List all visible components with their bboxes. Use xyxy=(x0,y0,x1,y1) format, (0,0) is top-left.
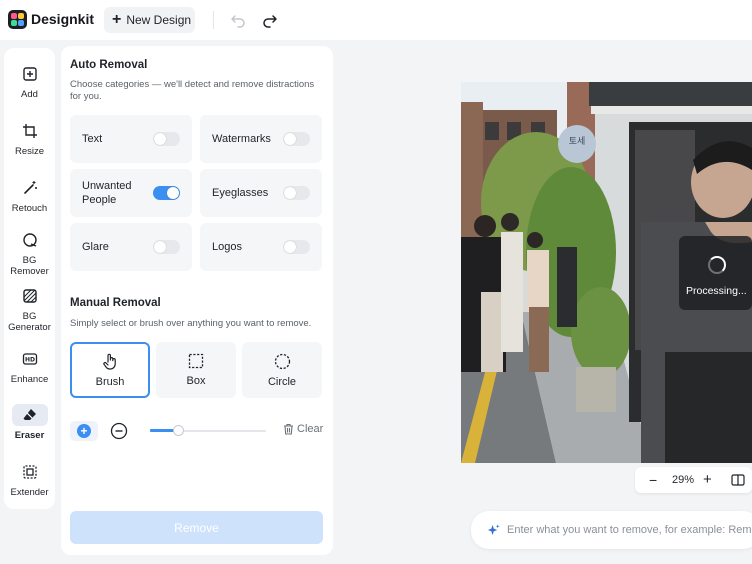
category-card-watermarks[interactable]: Watermarks xyxy=(200,115,322,163)
sidebar-item-enhance[interactable]: HD Enhance xyxy=(4,348,55,385)
brand-name: Designkit xyxy=(31,11,95,27)
sparkle-icon xyxy=(487,524,500,536)
top-bar: Designkit + New Design xyxy=(0,0,752,40)
brush-size-decrease-button[interactable] xyxy=(109,421,129,441)
removal-prompt-input[interactable] xyxy=(507,521,752,539)
plus-icon: + xyxy=(77,424,91,438)
sidebar-item-label: BG Remover xyxy=(10,255,49,277)
mode-label: Box xyxy=(186,375,206,387)
sidebar-item-extender[interactable]: Extender xyxy=(4,461,55,498)
hand-pointer-icon xyxy=(103,353,116,370)
remove-button[interactable]: Remove xyxy=(70,511,323,544)
category-label: Glare xyxy=(82,241,109,253)
watermarks-toggle[interactable] xyxy=(283,132,310,146)
category-card-text[interactable]: Text xyxy=(70,115,192,163)
eyeglasses-toggle[interactable] xyxy=(283,186,310,200)
sidebar-item-label: Add xyxy=(21,89,38,100)
loading-spinner-icon xyxy=(708,256,726,274)
extender-icon xyxy=(22,465,37,479)
manual-removal-title: Manual Removal xyxy=(70,297,161,309)
designkit-logo-icon[interactable] xyxy=(8,10,27,29)
shop-sign-text: 토세 xyxy=(569,136,586,147)
zoom-out-button[interactable]: − xyxy=(649,472,657,488)
clear-button[interactable]: Clear xyxy=(283,423,323,435)
category-label: Eyeglasses xyxy=(212,187,269,199)
category-label: Unwanted People xyxy=(82,180,132,206)
processing-label: Processing... xyxy=(686,285,747,297)
bg-generator-icon xyxy=(22,289,37,303)
mode-label: Brush xyxy=(95,375,125,388)
category-label: Text xyxy=(82,133,103,145)
sidebar-item-label: Enhance xyxy=(10,374,49,385)
mode-box-button[interactable]: Box xyxy=(156,342,236,398)
sidebar-item-label: Eraser xyxy=(14,430,45,441)
crop-icon xyxy=(22,124,37,138)
add-square-icon xyxy=(22,67,37,81)
sidebar-item-bg-remover[interactable]: BG Remover xyxy=(4,229,55,277)
sidebar-item-label: BG Generator xyxy=(8,311,51,333)
mode-circle-button[interactable]: Circle xyxy=(242,342,322,398)
glare-toggle[interactable] xyxy=(153,240,180,254)
magic-wand-icon xyxy=(23,181,37,194)
redo-icon[interactable] xyxy=(261,11,279,29)
plus-icon: + xyxy=(112,11,122,28)
eraser-icon xyxy=(23,409,36,420)
tool-sidebar: Add Resize Retouch BG Remover BG Generat… xyxy=(4,48,55,509)
processing-overlay: Processing... xyxy=(679,236,752,310)
category-card-glare[interactable]: Glare xyxy=(70,223,192,271)
brush-size-slider[interactable] xyxy=(150,425,266,436)
undo-icon[interactable] xyxy=(229,11,247,29)
eraser-panel: Auto Removal Choose categories — we'll d… xyxy=(61,46,333,555)
sidebar-item-eraser[interactable]: Eraser xyxy=(4,404,55,441)
logos-toggle[interactable] xyxy=(283,240,310,254)
sidebar-item-add[interactable]: Add xyxy=(4,63,55,100)
category-card-unwanted-people[interactable]: Unwanted People xyxy=(70,169,192,217)
manual-removal-description: Simply select or brush over anything you… xyxy=(70,318,312,329)
category-label: Logos xyxy=(212,241,242,253)
removal-prompt-bar xyxy=(471,511,752,549)
sidebar-item-retouch[interactable]: Retouch xyxy=(4,177,55,214)
zoom-level: 29% xyxy=(672,474,695,486)
compare-icon[interactable] xyxy=(731,474,745,486)
brush-size-increase-button[interactable]: + xyxy=(70,421,98,441)
svg-text:HD: HD xyxy=(24,357,34,364)
auto-removal-description: Choose categories — we'll detect and rem… xyxy=(70,79,315,102)
new-design-button[interactable]: + New Design xyxy=(104,7,195,33)
sidebar-item-label: Retouch xyxy=(11,203,48,214)
category-label: Watermarks xyxy=(212,133,271,145)
toolbar-divider xyxy=(213,11,214,29)
sidebar-item-label: Extender xyxy=(10,487,49,498)
sidebar-item-bg-generator[interactable]: BG Generator xyxy=(4,285,55,333)
mode-label: Circle xyxy=(267,375,297,388)
zoom-controls: − 29% + xyxy=(635,467,752,493)
clear-label: Clear xyxy=(297,423,324,435)
auto-removal-title: Auto Removal xyxy=(70,59,148,71)
category-card-eyeglasses[interactable]: Eyeglasses xyxy=(200,169,322,217)
dashed-circle-icon xyxy=(274,353,290,369)
bg-remover-icon xyxy=(22,233,37,247)
zoom-in-button[interactable]: + xyxy=(703,471,712,488)
slider-handle[interactable] xyxy=(172,425,184,436)
new-design-label: New Design xyxy=(126,13,192,27)
unwanted-people-toggle[interactable] xyxy=(153,186,180,200)
dashed-box-icon xyxy=(188,353,204,369)
sidebar-item-label: Resize xyxy=(14,146,45,157)
trash-icon xyxy=(284,423,293,435)
text-toggle[interactable] xyxy=(153,132,180,146)
category-card-logos[interactable]: Logos xyxy=(200,223,322,271)
hd-icon: HD xyxy=(22,353,37,365)
sidebar-item-resize[interactable]: Resize xyxy=(4,120,55,157)
mode-brush-button[interactable]: Brush xyxy=(70,342,150,398)
